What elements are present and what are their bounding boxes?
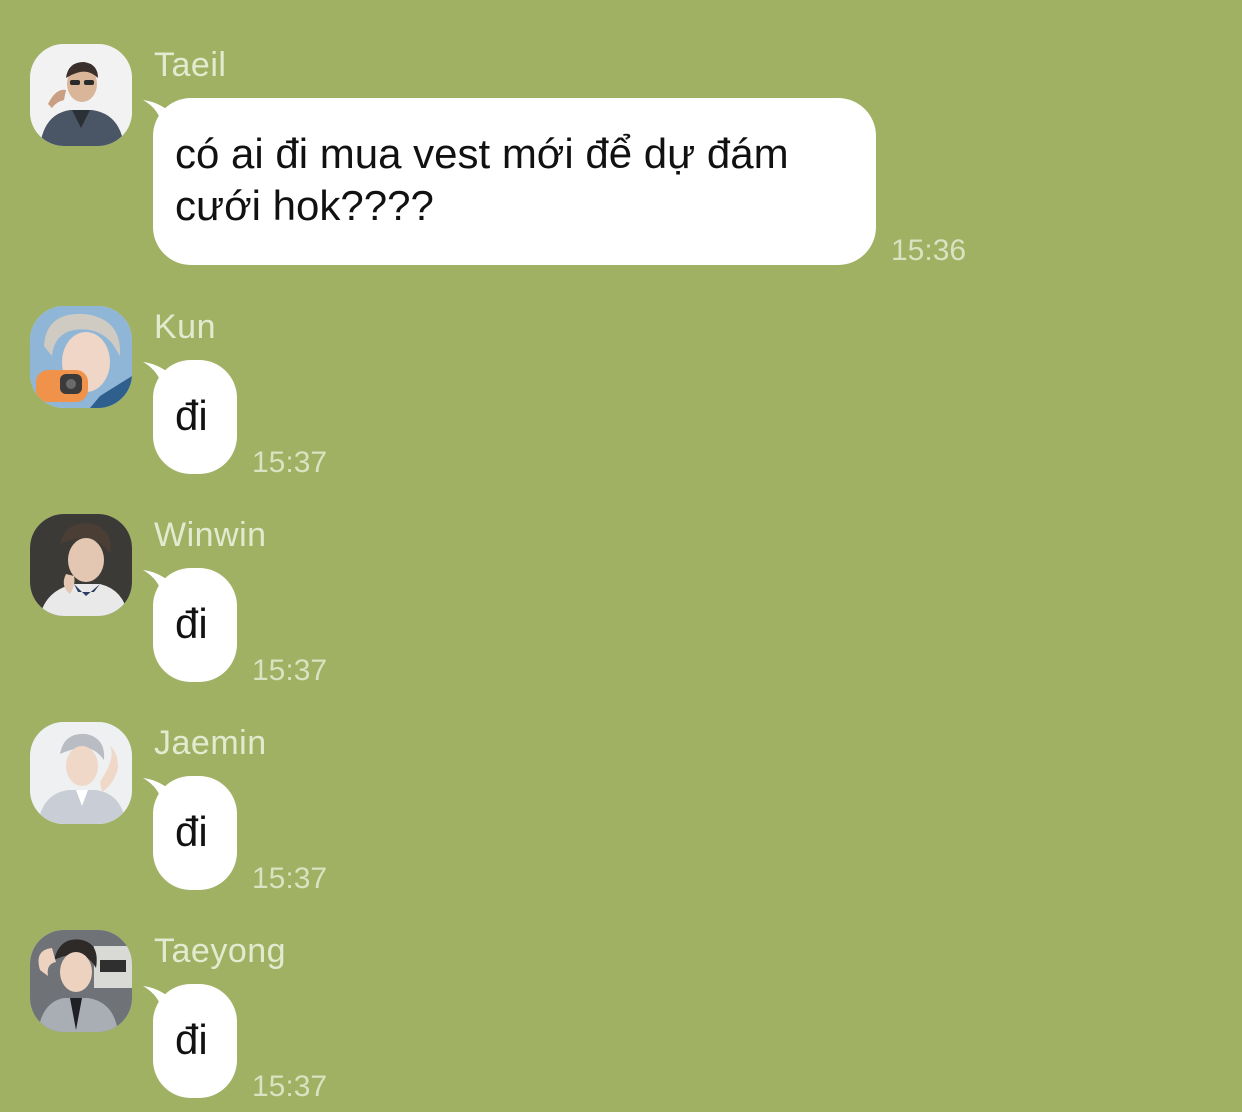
- avatar[interactable]: [30, 930, 132, 1032]
- message-text: đi: [175, 808, 208, 855]
- avatar-photo-icon: [30, 44, 132, 146]
- avatar[interactable]: [30, 514, 132, 616]
- chat-area[interactable]: Taeil có ai đi mua vest mới để dự đám cư…: [0, 0, 1242, 1112]
- sender-name: Kun: [154, 308, 216, 346]
- avatar[interactable]: [30, 306, 132, 408]
- avatar-photo-icon: [30, 514, 132, 616]
- sender-name: Winwin: [154, 516, 267, 554]
- sender-name: Jaemin: [154, 724, 267, 762]
- avatar-photo-icon: [30, 306, 132, 408]
- message-bubble[interactable]: có ai đi mua vest mới để dự đám cưới hok…: [153, 98, 876, 265]
- message-text: đi: [175, 392, 208, 439]
- avatar[interactable]: [30, 722, 132, 824]
- message-bubble[interactable]: đi: [153, 776, 237, 890]
- message-text: có ai đi mua vest mới để dự đám cưới hok…: [175, 130, 789, 229]
- message-time: 15:37: [252, 654, 328, 687]
- message-time: 15:36: [891, 234, 967, 267]
- message-text: đi: [175, 1016, 208, 1063]
- message-bubble[interactable]: đi: [153, 984, 237, 1098]
- message-bubble[interactable]: đi: [153, 360, 237, 474]
- avatar[interactable]: [30, 44, 132, 146]
- avatar-photo-icon: [30, 722, 132, 824]
- sender-name: Taeil: [154, 46, 227, 84]
- message-bubble[interactable]: đi: [153, 568, 237, 682]
- message-time: 15:37: [252, 862, 328, 895]
- sender-name: Taeyong: [154, 932, 287, 970]
- avatar-photo-icon: [30, 930, 132, 1032]
- message-time: 15:37: [252, 1070, 328, 1103]
- message-time: 15:37: [252, 446, 328, 479]
- message-text: đi: [175, 600, 208, 647]
